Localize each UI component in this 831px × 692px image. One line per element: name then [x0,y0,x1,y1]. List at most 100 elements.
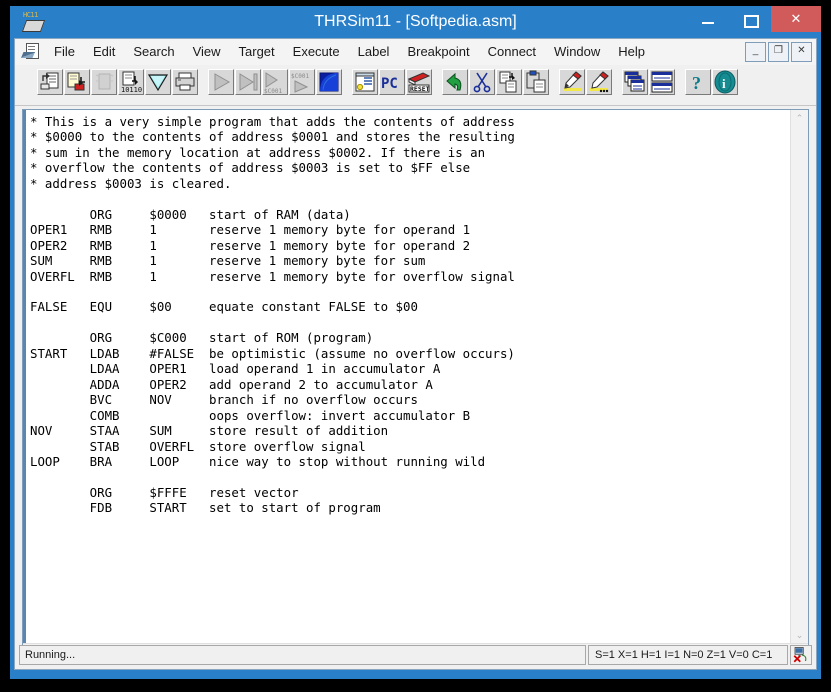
screenshot-root: HC11 THRSim11 - [Softpedia.asm] ✕ File E… [0,0,831,692]
mdi-window-controls: _ ❐ ✕ [745,42,812,62]
open-file-button[interactable] [37,69,63,95]
mdi-close-button[interactable]: ✕ [791,42,812,62]
program-counter-button[interactable]: PC [379,69,405,95]
menu-search[interactable]: Search [124,39,183,65]
toolbar-separator-1 [199,69,208,95]
menu-edit[interactable]: Edit [84,39,124,65]
filter-button[interactable] [145,69,171,95]
about-button[interactable]: i [712,69,738,95]
toolbar-separator-5 [613,69,622,95]
marker-options-button[interactable] [586,69,612,95]
toolbar-separator-4 [550,69,559,95]
paste-button[interactable] [523,69,549,95]
run-button[interactable] [208,69,234,95]
open-file-icon [40,72,59,90]
menu-breakpoint[interactable]: Breakpoint [398,39,478,65]
scissors-icon [473,72,491,93]
connection-status-indicator[interactable] [790,645,812,665]
status-message: Running... [19,645,586,665]
mdi-minimize-button[interactable]: _ [745,42,766,62]
menu-target[interactable]: Target [230,39,284,65]
printer-icon [175,72,195,91]
close-button[interactable]: ✕ [771,6,821,32]
load-object-button[interactable]: 10110 [118,69,144,95]
highlighter-icon [563,71,582,91]
menu-bar: File Edit Search View Target Execute Lab… [15,39,816,66]
toolbar-separator-6 [676,69,685,95]
reset-button[interactable]: RESET [406,69,432,95]
toolbar-separator-3 [433,69,442,95]
editor-vertical-scrollbar[interactable]: ⌃ ⌄ [790,110,808,644]
funnel-icon [147,74,169,92]
scroll-up-arrow-icon[interactable]: ⌃ [791,110,808,127]
close-icon: ✕ [790,11,802,26]
window-controls: ✕ [687,6,821,36]
play-icon [214,73,231,91]
minimize-icon [702,22,714,24]
register-window-icon [355,72,375,92]
application-window: HC11 THRSim11 - [Softpedia.asm] ✕ File E… [10,6,821,679]
source-editor-window: * This is a very simple program that add… [22,109,809,662]
menu-help[interactable]: Help [609,39,654,65]
tile-windows-button[interactable] [649,69,675,95]
menu-items: File Edit Search View Target Execute Lab… [45,39,654,65]
svg-text:10110: 10110 [121,86,142,94]
about-info-icon: i [714,70,736,94]
tile-windows-icon [651,71,673,93]
run-to-address-target-icon: $C001 [291,73,309,93]
cut-button[interactable] [469,69,495,95]
menu-label[interactable]: Label [349,39,399,65]
undo-button[interactable] [442,69,468,95]
svg-text:i: i [722,76,726,91]
save-file-icon [67,72,85,91]
toolbar-buttons: 10110 $C001 $C001 PC RESET ? i [37,69,739,95]
toolbar-separator-2 [343,69,352,95]
mdi-document-icon[interactable] [21,43,39,61]
menu-window[interactable]: Window [545,39,609,65]
step-over-icon [239,73,258,91]
paste-icon [526,70,546,93]
assemble-button[interactable] [91,69,117,95]
registers-window-button[interactable] [352,69,378,95]
client-area: File Edit Search View Target Execute Lab… [14,38,817,670]
menu-execute[interactable]: Execute [284,39,349,65]
document-lines-shape [28,46,35,47]
run-to-address-icon: $C001 [264,72,282,94]
assemble-icon [95,73,114,90]
code-text-area[interactable]: * This is a very simple program that add… [23,110,791,644]
address-label-button[interactable]: $C001 [289,69,315,95]
print-button[interactable] [172,69,198,95]
maximize-icon [744,15,759,28]
copy-icon [499,71,517,93]
marker-button[interactable] [559,69,585,95]
chip-icon-body [21,20,46,32]
run-to-cursor-button[interactable]: $C001 [262,69,288,95]
connection-disconnected-icon [793,647,807,663]
stop-blue-icon [319,72,339,92]
mdi-restore-button[interactable]: ❐ [768,42,789,62]
menu-view[interactable]: View [184,39,230,65]
menu-file[interactable]: File [45,39,84,65]
maximize-button[interactable] [729,6,771,32]
reset-icon: RESET [407,72,431,93]
step-button[interactable] [235,69,261,95]
svg-text:RESET: RESET [410,85,430,93]
title-bar: HC11 THRSim11 - [Softpedia.asm] ✕ [10,6,821,38]
load-binary-icon: 10110 [121,71,142,94]
scroll-down-arrow-icon[interactable]: ⌄ [791,627,808,644]
help-button[interactable]: ? [685,69,711,95]
hc11-chip-icon: HC11 [21,11,46,32]
chip-icon-label: HC11 [23,11,38,19]
minimize-button[interactable] [687,6,729,32]
highlighter-dots-icon [590,71,609,93]
stop-button[interactable] [316,69,342,95]
save-file-button[interactable] [64,69,90,95]
menu-connect[interactable]: Connect [479,39,545,65]
cascade-windows-button[interactable] [622,69,648,95]
copy-button[interactable] [496,69,522,95]
cpu-flags-display: S=1 X=1 H=1 I=1 N=0 Z=1 V=0 C=1 [588,645,788,665]
svg-text:PC: PC [381,76,398,92]
assembly-source-code[interactable]: * This is a very simple program that add… [26,110,791,516]
question-mark-icon: ? [692,73,701,93]
pc-icon: PC [381,76,398,92]
